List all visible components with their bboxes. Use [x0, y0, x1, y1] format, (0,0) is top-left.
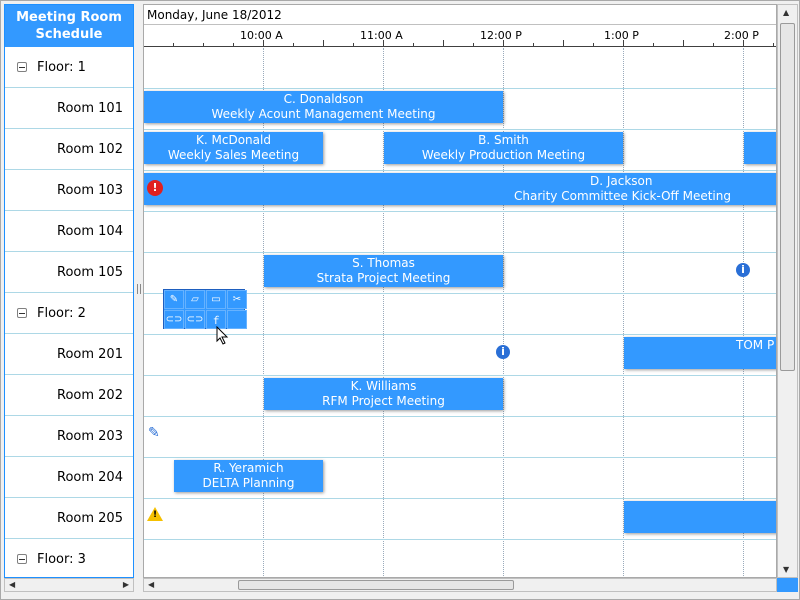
event-block[interactable]: R. Yeramich DELTA Planning — [174, 460, 323, 492]
resource-horizontal-scrollbar[interactable]: ◀ ▶ — [4, 578, 134, 592]
scissors-tool-icon[interactable]: ✂ — [227, 290, 247, 309]
room-label: Room 103 — [57, 182, 123, 198]
room-label: Room 201 — [57, 346, 123, 362]
event-title: Weekly Acount Management Meeting — [211, 107, 436, 121]
floor-row[interactable]: Floor: 1 — [5, 47, 133, 88]
event-block[interactable]: K. Williams RFM Project Meeting — [264, 378, 503, 410]
time-label: 12:00 P — [480, 29, 522, 42]
event-block[interactable]: C. Donaldson Weekly Acount Management Me… — [144, 91, 503, 123]
room-row[interactable]: Room 205 — [5, 498, 133, 539]
mouse-cursor-icon — [216, 326, 229, 345]
event-block[interactable]: K. McDonald Weekly Sales Meeting — [144, 132, 323, 164]
event-title: RFM Project Meeting — [322, 394, 445, 408]
event-title: Charity Committee Kick-Off Meeting — [514, 189, 731, 203]
room-row[interactable]: Room 203 — [5, 416, 133, 457]
floor-label: Floor: 2 — [37, 305, 86, 321]
room-label: Room 105 — [57, 264, 123, 280]
time-label: 11:00 A — [360, 29, 403, 42]
room-label: Room 204 — [57, 469, 123, 485]
time-label: 10:00 A — [240, 29, 283, 42]
resource-panel-header: Meeting Room Schedule — [5, 5, 133, 47]
room-row[interactable]: Room 102 — [5, 129, 133, 170]
scroll-left-arrow-icon[interactable]: ◀ — [148, 580, 154, 589]
edit-note-icon[interactable]: ✎ — [148, 426, 164, 440]
event-organizer: D. Jackson — [590, 174, 653, 188]
event-block[interactable]: TOM P — [624, 337, 776, 369]
room-label: Room 102 — [57, 141, 123, 157]
event-organizer: K. McDonald — [196, 133, 271, 147]
header-line-1: Meeting Room — [16, 10, 122, 25]
room-label: Room 203 — [57, 428, 123, 444]
room-row[interactable]: Room 202 — [5, 375, 133, 416]
event-title: Weekly Production Meeting — [421, 148, 586, 162]
scrollbar-corner — [777, 578, 798, 592]
horizontal-scroll-thumb[interactable] — [238, 580, 514, 590]
panel-splitter[interactable] — [137, 284, 141, 294]
collapse-icon[interactable] — [17, 62, 27, 72]
room-label: Room 202 — [57, 387, 123, 403]
time-label: 1:00 P — [604, 29, 639, 42]
event-block[interactable] — [624, 501, 776, 533]
room-row[interactable]: Room 104 — [5, 211, 133, 252]
warning-glyph: ! — [153, 510, 158, 520]
date-header: Monday, June 18/2012 — [144, 5, 776, 25]
scroll-up-arrow-icon[interactable]: ▲ — [783, 8, 789, 17]
room-row[interactable]: Room 105 — [5, 252, 133, 293]
annotation-toolbox: ✎ ▱ ▭ ✂ ⊂⊃ ⊂⊃ ｆ — [163, 289, 247, 329]
event-block[interactable]: S. Thomas Strata Project Meeting — [264, 255, 503, 287]
event-organizer: K. Williams — [350, 379, 417, 393]
resource-panel: Meeting Room Schedule Floor: 1 Room 101 … — [4, 4, 134, 578]
floor-row[interactable]: Floor: 2 — [5, 293, 133, 334]
room-row[interactable]: Room 103 — [5, 170, 133, 211]
room-row[interactable]: Room 204 — [5, 457, 133, 498]
info-icon[interactable]: i — [496, 345, 510, 359]
event-block[interactable] — [744, 132, 776, 164]
pencil-tool-icon[interactable]: ✎ — [164, 290, 184, 309]
collapse-icon[interactable] — [17, 554, 27, 564]
eraser-tool-icon[interactable]: ▱ — [185, 290, 205, 309]
event-title: Strata Project Meeting — [316, 271, 451, 285]
room-row[interactable]: Room 101 — [5, 88, 133, 129]
event-organizer: C. Donaldson — [283, 92, 364, 106]
header-line-2: Schedule — [35, 27, 103, 42]
time-label: 2:00 P — [724, 29, 759, 42]
event-title: DELTA Planning — [202, 476, 295, 490]
horizontal-scrollbar[interactable]: ◀ — [143, 578, 777, 592]
scroll-down-arrow-icon[interactable]: ▼ — [783, 565, 789, 574]
event-block[interactable]: B. Smith Weekly Production Meeting — [384, 132, 623, 164]
scroll-left-arrow-icon[interactable]: ◀ — [9, 580, 15, 589]
scroll-right-arrow-icon[interactable]: ▶ — [123, 580, 129, 589]
time-scale-header: 10:00 A 11:00 A 12:00 P 1:00 P 2:00 P — [144, 25, 776, 47]
floor-row[interactable]: Floor: 3 — [5, 539, 133, 577]
selection-tool-icon[interactable]: ▭ — [206, 290, 226, 309]
event-organizer: R. Yeramich — [213, 461, 284, 475]
floor-label: Floor: 3 — [37, 551, 86, 567]
info-icon[interactable]: i — [736, 263, 750, 277]
vertical-scroll-thumb[interactable] — [780, 23, 795, 371]
unlink-tool-icon[interactable]: ⊂⊃ — [185, 310, 205, 329]
collapse-icon[interactable] — [17, 308, 27, 318]
floor-label: Floor: 1 — [37, 59, 86, 75]
event-organizer: B. Smith — [478, 133, 529, 147]
room-label: Room 104 — [57, 223, 123, 239]
scheduler-window: Meeting Room Schedule Floor: 1 Room 101 … — [0, 0, 800, 600]
event-title: Weekly Sales Meeting — [167, 148, 300, 162]
error-icon[interactable]: ! — [147, 180, 163, 196]
room-label: Room 205 — [57, 510, 123, 526]
room-row[interactable]: Room 201 — [5, 334, 133, 375]
vertical-scrollbar[interactable]: ▲ ▼ — [777, 4, 798, 578]
link-tool-icon[interactable]: ⊂⊃ — [164, 310, 184, 329]
empty-tool-slot — [227, 310, 247, 329]
event-title: TOM P — [736, 338, 775, 352]
event-organizer: S. Thomas — [352, 256, 415, 270]
room-label: Room 101 — [57, 100, 123, 116]
event-block[interactable]: D. Jackson Charity Committee Kick-Off Me… — [144, 173, 776, 205]
